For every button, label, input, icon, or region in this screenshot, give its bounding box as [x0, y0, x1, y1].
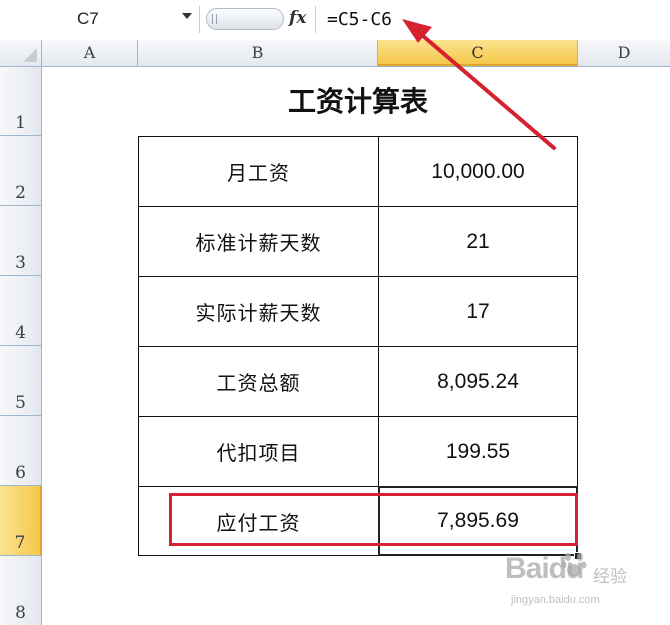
watermark-brand-cn: 经验	[593, 567, 627, 587]
baidu-watermark: Baidu 经验 jingyan.baidu.com	[505, 548, 665, 618]
watermark-url: jingyan.baidu.com	[511, 594, 600, 606]
paw-icon	[561, 553, 587, 576]
annotation-arrow-icon	[402, 19, 556, 150]
